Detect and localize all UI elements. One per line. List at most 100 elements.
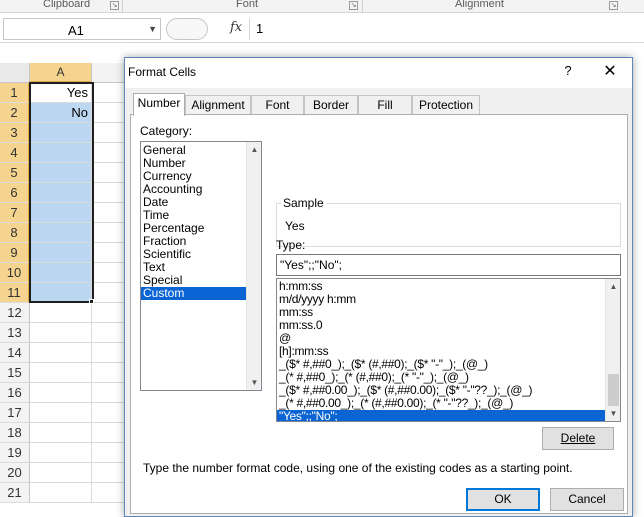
ribbon-group-label: Alignment [455,0,504,10]
sample-value: Yes [285,219,305,233]
category-list[interactable]: General Number Currency Accounting Date Time P… [140,141,262,391]
row-header[interactable]: 14 [0,343,30,363]
row-header[interactable]: 11 [0,283,30,303]
sample-label: Sample [281,196,326,210]
scroll-down-icon[interactable]: ▼ [606,406,620,421]
cell-a10[interactable] [30,263,92,283]
cell-a11[interactable] [30,283,92,303]
chevron-down-icon[interactable]: ▼ [148,24,157,34]
cell-a15[interactable] [30,363,92,383]
close-button[interactable]: ✕ [599,61,621,81]
row-header[interactable]: 6 [0,183,30,203]
fill-handle[interactable] [89,299,94,304]
row-header[interactable]: 13 [0,323,30,343]
ribbon-group-font: Font ↘ [123,0,361,13]
formula-bar-input[interactable]: 1 [256,21,263,36]
row-header[interactable]: 20 [0,463,30,483]
format-code-item[interactable]: mm:ss.0 [277,319,605,332]
row-header[interactable]: 8 [0,223,30,243]
cell-a7[interactable] [30,203,92,223]
format-code-items: h:mm:ss m/d/yyyy h:mm mm:ss mm:ss.0 @ [h]:mm:… [277,279,620,421]
cell-a20[interactable] [30,463,92,483]
format-code-item[interactable]: "Yes";;"No"; [277,410,605,421]
row-header[interactable]: 3 [0,123,30,143]
tab-fill[interactable]: Fill [358,95,412,115]
tab-alignment[interactable]: Alignment [185,95,251,115]
cell-a4[interactable] [30,143,92,163]
scroll-up-icon[interactable]: ▲ [606,279,620,294]
cell-a16[interactable] [30,383,92,403]
row-header[interactable]: 9 [0,243,30,263]
row-header[interactable]: 15 [0,363,30,383]
select-all-corner[interactable] [0,63,30,83]
name-box-value: A1 [68,23,84,38]
format-hint-text: Type the number format code, using one o… [143,461,573,475]
row-header[interactable]: 10 [0,263,30,283]
cell-a6[interactable] [30,183,92,203]
category-label: Category: [140,124,193,138]
row-header[interactable]: 17 [0,403,30,423]
cell-a14[interactable] [30,343,92,363]
row-header[interactable]: 21 [0,483,30,503]
tab-protection[interactable]: Protection [412,95,480,115]
ribbon-group-clipboard: Clipboard ↘ [0,0,121,13]
cell-a21[interactable] [30,483,92,503]
category-scrollbar[interactable]: ▲ ▼ [246,142,261,390]
dialog-title-bar: Format Cells ? ✕ [125,58,632,88]
row-header[interactable]: 7 [0,203,30,223]
scroll-thumb[interactable] [608,374,619,406]
ribbon-group-labels: Clipboard ↘ Font ↘ Alignment ↘ [0,0,644,13]
row-header[interactable]: 5 [0,163,30,183]
cell-a18[interactable] [30,423,92,443]
cell-a8[interactable] [30,223,92,243]
delete-button-label: Delete [560,431,596,445]
category-item[interactable]: Custom [141,287,261,300]
cancel-button[interactable]: Cancel [550,488,624,511]
row-header[interactable]: 12 [0,303,30,323]
dialog-launcher-icon[interactable]: ↘ [110,1,119,10]
cell-a13[interactable] [30,323,92,343]
dialog-launcher-icon[interactable]: ↘ [609,1,618,10]
ok-button[interactable]: OK [466,488,540,511]
cell-a19[interactable] [30,443,92,463]
cell-a5[interactable] [30,163,92,183]
type-input[interactable]: "Yes";;"No"; [276,254,621,276]
row-header[interactable]: 18 [0,423,30,443]
name-box[interactable]: A1 ▼ [3,18,161,40]
formula-bar-divider [249,18,250,40]
dialog-title: Format Cells [128,65,197,79]
delete-button[interactable]: Delete [542,427,614,450]
tab-font[interactable]: Font [251,95,304,115]
formula-bar-handle[interactable] [166,18,208,40]
scroll-down-icon[interactable]: ▼ [247,375,261,390]
scroll-up-icon[interactable]: ▲ [247,142,261,157]
insert-function-icon[interactable]: fx [230,20,242,35]
number-tab-panel: Category: General Number Currency Accountin… [130,114,628,514]
help-button[interactable]: ? [559,63,577,78]
format-code-item[interactable]: mm:ss [277,306,605,319]
dialog-launcher-icon[interactable]: ↘ [349,1,358,10]
row-header[interactable]: 1 [0,83,30,103]
tab-border[interactable]: Border [304,95,358,115]
format-code-item[interactable]: m/d/yyyy h:mm [277,293,605,306]
cell-a17[interactable] [30,403,92,423]
cell-a3[interactable] [30,123,92,143]
cell-a1[interactable]: Yes [30,83,92,103]
cell-a12[interactable] [30,303,92,323]
sample-group: Sample Yes [276,196,621,247]
row-header[interactable]: 2 [0,103,30,123]
row-header[interactable]: 16 [0,383,30,403]
format-code-list[interactable]: h:mm:ss m/d/yyyy h:mm mm:ss mm:ss.0 @ [h]:mm:… [276,278,621,422]
row-header[interactable]: 4 [0,143,30,163]
cell-a9[interactable] [30,243,92,263]
tab-number[interactable]: Number [133,93,185,116]
format-code-scrollbar[interactable]: ▲ ▼ [605,279,620,421]
formula-bar: A1 ▼ fx 1 [0,15,644,43]
ribbon-group-label: Font [236,0,259,10]
ribbon-group-label: Clipboard [43,0,91,10]
ribbon-group-alignment: Alignment ↘ [363,0,623,13]
row-header[interactable]: 19 [0,443,30,463]
format-cells-dialog: Format Cells ? ✕ Number Alignment Font B… [124,57,633,517]
cell-a2[interactable]: No [30,103,92,123]
column-header-a[interactable]: A [30,63,92,83]
